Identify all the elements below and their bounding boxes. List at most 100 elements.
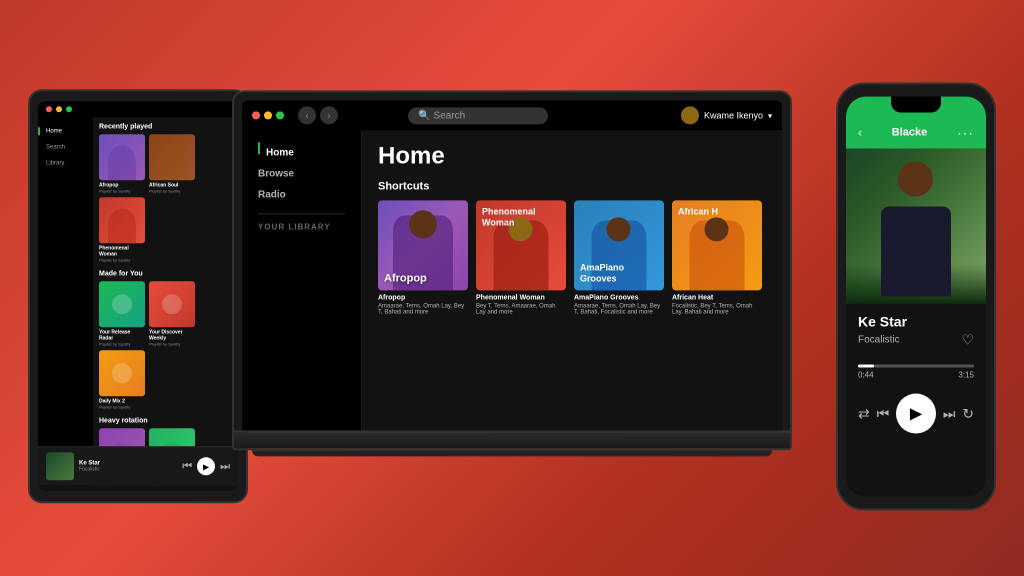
tl-yellow[interactable] (264, 111, 272, 119)
tablet-card-release-radar[interactable]: Your Release Radar Playlist by Spotify (99, 281, 145, 346)
laptop-nav-buttons: ‹ › (298, 106, 338, 124)
tablet-made-for-you-title: Made for You (99, 270, 232, 277)
tablet-next-icon[interactable]: ⏭ (220, 460, 230, 473)
tl-green[interactable] (276, 111, 284, 119)
user-area: Kwame Ikenyo ▾ (681, 106, 772, 124)
afropop-card-sub: Amaarae, Tems, Omah Lay, Bey T, Bahati a… (378, 303, 468, 315)
sidebar-item-radio[interactable]: Radio (258, 184, 345, 205)
tablet-home-label: Home (46, 128, 62, 134)
phone-device: ‹ Blacke ··· Ke Star Focalistic ♡ (836, 83, 996, 511)
african-heat-label: African H (678, 206, 718, 216)
heart-icon[interactable]: ♡ (961, 332, 974, 349)
laptop-base-bottom (252, 450, 772, 456)
playlist-card-amapiano[interactable]: AmaPianoGrooves AmaPiano Grooves Amaarae… (574, 200, 664, 315)
phone-prev-icon[interactable]: ⏮ (877, 405, 890, 422)
laptop-main: Home Shortcuts Afropop (362, 130, 782, 430)
playlist-thumb-african-heat: African H (672, 200, 762, 290)
playlist-card-afropop[interactable]: Afropop Afropop Amaarae, Tems, Omah Lay,… (378, 200, 468, 315)
sidebar-divider (258, 213, 345, 214)
sidebar-home-label: Home (258, 142, 345, 163)
tablet-sidebar-library[interactable]: Library (38, 155, 93, 171)
tablet-traffic-red[interactable] (46, 106, 52, 112)
tablet-traffic-green[interactable] (66, 106, 72, 112)
person-body-phone (881, 206, 951, 296)
user-avatar (681, 106, 699, 124)
playlist-grid: Afropop Afropop Amaarae, Tems, Omah Lay,… (378, 200, 766, 315)
tablet-recently-played-grid: Afropop Playlist by Spotify African Soul… (99, 134, 232, 262)
phone-play-button[interactable]: ▶ (896, 394, 936, 434)
tablet-play-button[interactable]: ▶ (197, 457, 215, 475)
sidebar-item-browse[interactable]: Browse (258, 163, 345, 184)
tl-red[interactable] (252, 111, 260, 119)
tablet-prev-icon[interactable]: ⏮ (182, 460, 192, 473)
tablet-card-sub-discover: Playlist by Spotify (149, 341, 195, 346)
forward-button[interactable]: › (320, 106, 338, 124)
tablet-thumb-release-radar (99, 281, 145, 327)
person-figure (871, 156, 961, 296)
tablet-recently-played: Recently played Afropop Playlist by Spot… (99, 123, 232, 262)
african-heat-card-sub: Focalistic, Bey T, Tems, Omah Lay, Bahat… (672, 303, 762, 315)
playlist-thumb-afropop: Afropop (378, 200, 468, 290)
tablet-player-controls: ⏮ ▶ ⏭ (182, 457, 230, 475)
african-heat-card-title: African Heat (672, 294, 762, 301)
tablet-thumb-afropop (99, 134, 145, 180)
playlist-thumb-phenomenal: PhenomenalWoman (476, 200, 566, 290)
tablet-card-discover[interactable]: Your Discover Weekly Playlist by Spotify (149, 281, 195, 346)
shortcuts-title: Shortcuts (378, 180, 766, 192)
tablet-card-phenomenal[interactable]: Phenomenal Woman Playlist by Spotify (99, 197, 145, 262)
traffic-lights (252, 111, 284, 119)
tablet-thumb-discover (149, 281, 195, 327)
tablet-heavy-rotation-title: Heavy rotation (99, 417, 232, 424)
phenomenal-card-title: Phenomenal Woman (476, 294, 566, 301)
phone-repeat-icon[interactable]: ↻ (962, 405, 974, 422)
phone-next-icon[interactable]: ⏭ (943, 405, 956, 422)
page-title: Home (378, 142, 766, 170)
search-icon: 🔍 (418, 110, 433, 121)
playlist-card-phenomenal[interactable]: PhenomenalWoman Phenomenal Woman Bey T, … (476, 200, 566, 315)
tablet-sidebar-search[interactable]: Search (38, 139, 93, 155)
phone-song-info: Ke Star Focalistic ♡ (846, 304, 986, 359)
playlist-card-african-heat[interactable]: African H African Heat Focalistic, Bey T… (672, 200, 762, 315)
tablet-player: Ke Star Focalistic ⏮ ▶ ⏭ (38, 446, 238, 485)
tablet-card-african-soul[interactable]: African Soul Playlist by Spotify (149, 134, 195, 193)
laptop-content: Home Browse Radio YOUR LIBRARY Home Shor… (242, 130, 782, 430)
back-chevron-icon[interactable]: ‹ (858, 126, 862, 140)
amapiano-card-title: AmaPiano Grooves (574, 294, 664, 301)
afropop-label: Afropop (384, 272, 427, 284)
more-options-icon[interactable]: ··· (957, 125, 974, 141)
phone-progress: 0:44 3:15 (846, 359, 986, 386)
tablet-recently-played-title: Recently played (99, 123, 232, 130)
phone-time-current: 0:44 (858, 371, 874, 380)
laptop-titlebar: ‹ › 🔍 Search Kwame Ikenyo ▾ (242, 100, 782, 130)
phone-time-total: 3:15 (958, 371, 974, 380)
tablet-main: Recently played Afropop Playlist by Spot… (93, 117, 238, 485)
laptop-base (232, 432, 792, 450)
back-button[interactable]: ‹ (298, 106, 316, 124)
tablet-card-sub-phenomenal: Playlist by Spotify (99, 257, 145, 262)
sidebar-item-home[interactable]: Home (258, 142, 345, 163)
user-chevron-icon[interactable]: ▾ (768, 111, 772, 120)
phenomenal-card-sub: Bey T, Tems, Amaarae, Omah Lay and more (476, 303, 566, 315)
sidebar-nav: Home Browse Radio (242, 142, 361, 205)
phone-controls: ⇄ ⏮ ▶ ⏭ ↻ (846, 386, 986, 442)
tablet-active-indicator (38, 127, 40, 135)
search-bar[interactable]: 🔍 Search (408, 107, 548, 124)
amapiano-card-sub: Amaarae, Tems, Omah Lay, Bey T, Bahati, … (574, 303, 664, 315)
playlist-thumb-amapiano: AmaPianoGrooves (574, 200, 664, 290)
amapiano-label: AmaPianoGrooves (580, 263, 624, 285)
phone-shuffle-icon[interactable]: ⇄ (858, 405, 870, 422)
tablet-traffic-yellow[interactable] (56, 106, 62, 112)
sidebar-active-bar (258, 142, 260, 154)
tablet-player-thumb (46, 452, 74, 480)
phone-progress-bar[interactable] (858, 365, 974, 368)
tablet-card-daily-mix[interactable]: Daily Mix 2 Playlist by Spotify (99, 350, 145, 409)
tablet-card-afropop[interactable]: Afropop Playlist by Spotify (99, 134, 145, 193)
tablet-card-title-release: Your Release Radar (99, 329, 145, 341)
sidebar-library-label: YOUR LIBRARY (242, 222, 361, 231)
tablet-sidebar-home[interactable]: Home (38, 123, 93, 139)
afropop-card-title: Afropop (378, 294, 468, 301)
phone-times: 0:44 3:15 (858, 371, 974, 380)
tablet-thumb-african-soul (149, 134, 195, 180)
tablet-card-title-phenomenal: Phenomenal Woman (99, 245, 145, 257)
phone-artist-name: Focalistic (858, 335, 900, 346)
